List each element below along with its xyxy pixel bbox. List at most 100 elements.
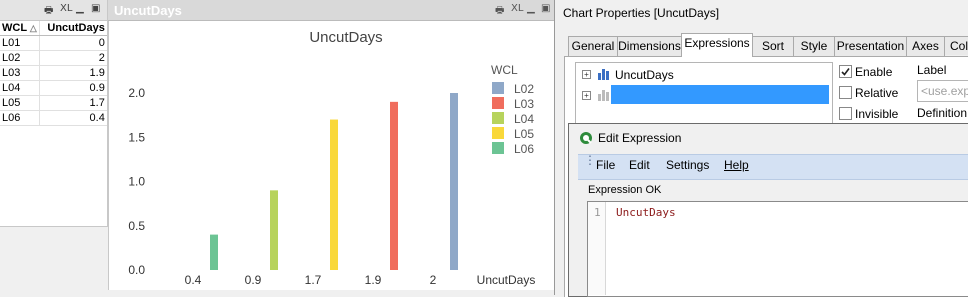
invisible-label: Invisible (855, 107, 899, 121)
relative-checkbox[interactable] (839, 86, 852, 99)
checkmark-icon (841, 68, 850, 76)
legend-label: L06 (514, 142, 534, 156)
cell-wcl: L06 (0, 110, 40, 126)
minimize-icon[interactable]: ▁ (76, 3, 84, 14)
tab-presentation[interactable]: Presentation (834, 36, 907, 56)
legend-swatch (492, 82, 504, 94)
tab-colors[interactable]: Col (944, 36, 968, 55)
cell-wcl: L01 (0, 35, 40, 51)
table-row[interactable]: L06 0.4 (0, 110, 107, 126)
sort-indicator-icon: △ (29, 23, 37, 33)
menu-file[interactable]: File (596, 158, 615, 172)
legend-label: L02 (514, 82, 534, 96)
column-header-label: WCL (2, 22, 27, 34)
tab-axes[interactable]: Axes (906, 36, 945, 56)
chart-caption-title: UncutDays (114, 3, 182, 18)
cell-uncutdays: 2 (39, 50, 107, 66)
legend-title: WCL (491, 63, 518, 77)
tab-dimensions[interactable]: Dimensions (617, 36, 682, 56)
bar-chart-icon (598, 90, 609, 101)
excel-export-button[interactable]: XL (60, 3, 72, 14)
cell-uncutdays: 0.4 (39, 110, 107, 126)
cell-wcl: L05 (0, 95, 40, 111)
cell-wcl: L03 (0, 65, 40, 81)
excel-export-button[interactable]: XL (511, 3, 523, 14)
x-tick-label: 1.7 (305, 273, 322, 287)
invisible-checkbox[interactable] (839, 107, 852, 120)
tab-expressions[interactable]: Expressions (681, 33, 753, 57)
x-axis-label: UncutDays (477, 273, 536, 287)
cell-wcl: L04 (0, 80, 40, 96)
cell-wcl: L02 (0, 50, 40, 66)
relative-label: Relative (855, 86, 899, 100)
table-row[interactable]: L01 0 (0, 35, 107, 51)
x-tick-label: 0.9 (245, 273, 262, 287)
y-tick-label: 1.0 (128, 175, 145, 189)
table-caption-bar: 🖶 XL ▁ ▣ (0, 0, 107, 21)
cell-uncutdays: 0.9 (39, 80, 107, 96)
dialog-title: Edit Expression (598, 131, 682, 145)
print-icon[interactable]: 🖶 (495, 3, 504, 20)
maximize-icon[interactable]: ▣ (541, 3, 550, 14)
bar-chart[interactable]: UncutDays 0.0 0.5 1.0 1.5 2.0 0.4 0.9 1.7 1.9 2 Unc… (108, 21, 554, 289)
table-row[interactable]: L04 0.9 (0, 80, 107, 96)
legend-label: L04 (514, 112, 534, 126)
tab-style[interactable]: Style (793, 36, 835, 56)
y-tick-label: 1.5 (128, 130, 145, 144)
legend-label: L03 (514, 97, 534, 111)
x-tick-label: 2 (430, 273, 437, 287)
tab-general[interactable]: General (568, 36, 618, 56)
chart-caption-bar[interactable]: UncutDays 🖶 XL ▁ ▣ (108, 0, 554, 21)
legend-swatch (492, 97, 504, 109)
tree-item-uncutdays[interactable]: UncutDays (615, 68, 674, 82)
bar (450, 93, 458, 270)
x-tick-label: 1.9 (365, 273, 382, 287)
line-number: 1 (594, 206, 601, 219)
enable-label: Enable (855, 65, 893, 79)
bar-chart-icon (598, 69, 609, 80)
cell-uncutdays: 1.7 (39, 95, 107, 111)
table-row[interactable]: L03 1.9 (0, 65, 107, 81)
label-heading: Label (917, 63, 947, 77)
print-icon[interactable]: 🖶 (44, 3, 53, 20)
legend-swatch (492, 142, 504, 154)
dialog-title: Chart Properties [UncutDays] (563, 6, 720, 20)
menu-edit[interactable]: Edit (629, 158, 650, 172)
qlikview-logo-icon (580, 132, 592, 144)
enable-checkbox[interactable] (839, 65, 852, 78)
menu-settings[interactable]: Settings (666, 158, 709, 172)
definition-heading: Definition (917, 106, 968, 120)
bar (270, 190, 278, 270)
bar (210, 234, 218, 270)
table-header-row: WCL △ UncutDays (0, 21, 107, 36)
y-tick-label: 0.5 (128, 219, 145, 233)
expression-status: Expression OK (588, 184, 662, 196)
menu-help[interactable]: Help (724, 158, 749, 172)
legend-label: L05 (514, 127, 534, 141)
bar (390, 101, 398, 270)
tab-sort[interactable]: Sort (752, 36, 794, 56)
legend-swatch (492, 112, 504, 124)
expression-code[interactable]: UncutDays (616, 206, 676, 219)
chart-title: UncutDays (309, 29, 382, 46)
cell-uncutdays: 1.9 (39, 65, 107, 81)
y-tick-label: 2.0 (128, 86, 145, 100)
label-placeholder: <use.exp (921, 84, 968, 98)
cell-uncutdays: 0 (39, 35, 107, 51)
tree-item-selected[interactable] (611, 85, 829, 104)
expand-icon[interactable]: + (582, 91, 591, 100)
table-row[interactable]: L02 2 (0, 50, 107, 66)
column-header-wcl[interactable]: WCL △ (0, 21, 40, 36)
straight-table: WCL △ UncutDays L01 0 L02 2 L03 1.9 L04 0.9 … (0, 21, 107, 126)
expand-icon[interactable]: + (582, 70, 591, 79)
grip-icon: ⋮ (584, 153, 596, 167)
bar (330, 119, 338, 270)
legend-swatch (492, 127, 504, 139)
column-header-uncutdays[interactable]: UncutDays (39, 21, 107, 36)
table-row[interactable]: L05 1.7 (0, 95, 107, 111)
x-tick-label: 0.4 (185, 273, 202, 287)
label-input[interactable]: <use.exp (917, 80, 968, 102)
maximize-icon[interactable]: ▣ (91, 3, 100, 14)
minimize-icon[interactable]: ▁ (527, 3, 535, 14)
y-tick-label: 0.0 (128, 263, 145, 277)
